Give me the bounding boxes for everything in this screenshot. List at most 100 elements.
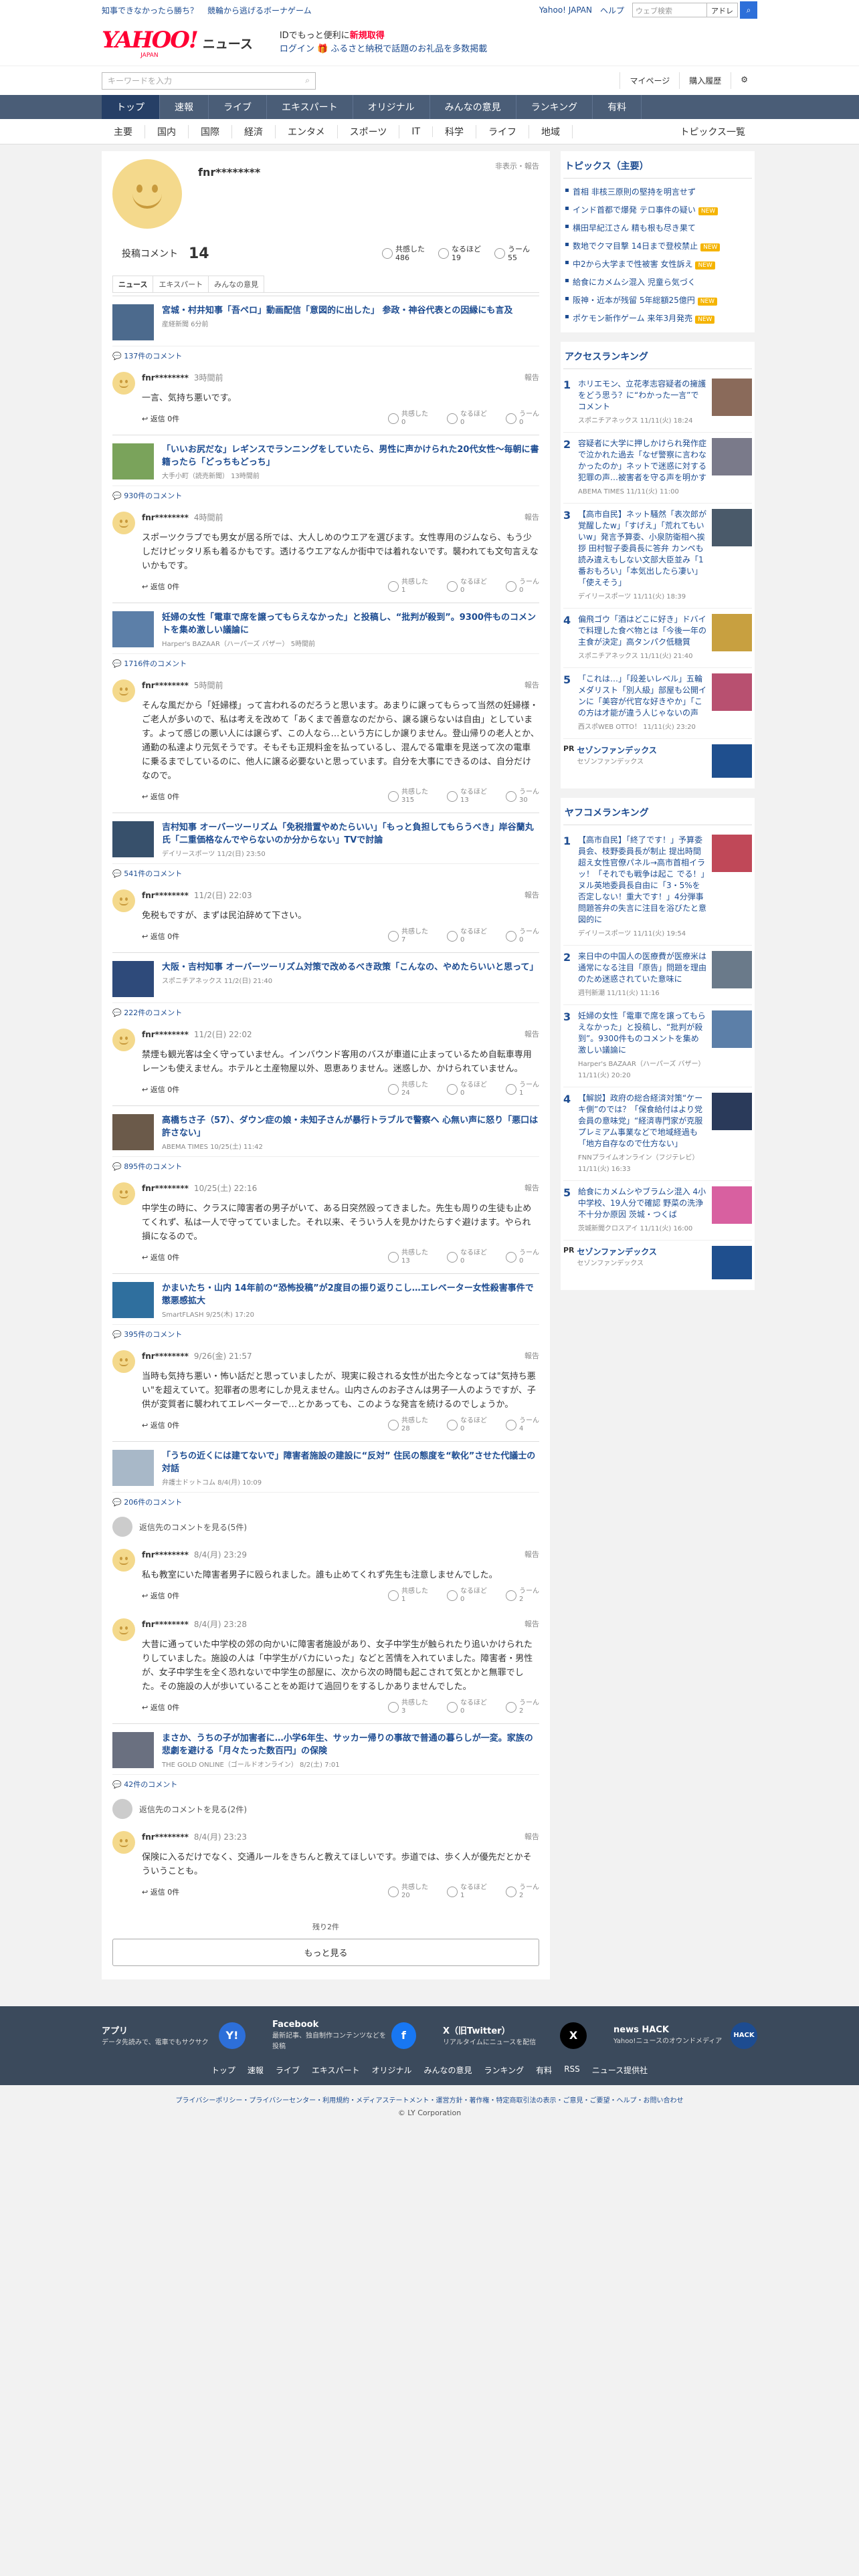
report-link[interactable]: 報告 [524, 1618, 539, 1630]
commenter-name[interactable]: fnr******** 4時間前 [142, 512, 223, 523]
nav-ranking[interactable]: ランキング [516, 95, 593, 119]
pr-ad[interactable]: PR セゾンファンデックス セゾンファンデックス [563, 739, 752, 783]
report-link[interactable]: 報告 [524, 1831, 539, 1842]
cat-local[interactable]: 地域 [529, 124, 573, 138]
signup-link[interactable]: 新規取得 [350, 31, 385, 41]
nav-original[interactable]: オリジナル [353, 95, 430, 119]
commenter-name[interactable]: fnr******** 11/2(日) 22:03 [142, 889, 252, 901]
commenter-name[interactable]: fnr******** 11/2(日) 22:02 [142, 1029, 252, 1040]
empathy-button[interactable]: 共感した 13 [388, 1249, 428, 1265]
reply-source-row[interactable]: 返信先のコメントを見る(5件) [112, 1511, 539, 1542]
access-rank-item[interactable]: 2 容疑者に大学に押しかけられ発作症で泣かれた過去「なぜ警察に言わなかったのか」ネ… [563, 433, 752, 504]
topic-item[interactable]: ポケモン新作ゲーム 来年3月発売 NEW [563, 309, 752, 327]
footer-nav-item[interactable]: ライブ [276, 2064, 300, 2076]
footer-app-link[interactable]: アプリ データ先読みで、電車でもサクサク Y! [102, 2020, 246, 2051]
hmm-button[interactable]: うーん 0 [506, 1249, 539, 1265]
report-link[interactable]: 報告 [524, 372, 539, 383]
topic-item[interactable]: 数地でクマ目撃 14日まで登校禁止 NEW [563, 237, 752, 255]
cat-life[interactable]: ライフ [476, 124, 530, 138]
naruhodo-button[interactable]: なるほど 0 [447, 1081, 487, 1097]
hmm-button[interactable]: うーん 0 [506, 578, 539, 595]
footer-nav-item[interactable]: ニュース提供社 [592, 2064, 648, 2076]
search-icon[interactable]: ⌕ [740, 1, 757, 19]
cat-it[interactable]: IT [399, 126, 434, 137]
reply-button[interactable]: ↩ 返信 0件 [142, 1252, 179, 1263]
reply-button[interactable]: ↩ 返信 0件 [142, 1887, 179, 1897]
load-more-button[interactable]: もっと見る [112, 1939, 539, 1966]
hide-report-link[interactable]: 非表示・報告 [495, 160, 539, 171]
reply-button[interactable]: ↩ 返信 0件 [142, 1420, 179, 1430]
cat-entertainment[interactable]: エンタメ [276, 124, 338, 138]
commenter-name[interactable]: fnr******** 3時間前 [142, 372, 223, 383]
naruhodo-button[interactable]: なるほど 0 [447, 1249, 487, 1265]
report-link[interactable]: 報告 [524, 679, 539, 691]
reply-source-row[interactable]: 返信先のコメントを見る(2件) [112, 1794, 539, 1824]
nav-top[interactable]: トップ [102, 95, 160, 119]
access-rank-item[interactable]: 4 偏飛ゴウ「酒はどこに好き」ドバイで料理した食べ物とは「今後一年の主食が決定」高… [563, 609, 752, 668]
comment-count-link[interactable]: 💬 206件のコメント [112, 1492, 539, 1511]
commenter-name[interactable]: fnr******** 8/4(月) 23:28 [142, 1618, 247, 1630]
article-title[interactable]: 「いいお尻だな」レギンスでランニングをしていたら、男性に声かけられた20代女性～… [162, 443, 539, 469]
comment-rank-item[interactable]: 4 【解説】政府の総合経済対策“ケーキ側”のでは？「保食給付はより党会員の意味党」… [563, 1087, 752, 1181]
footer-nav-item[interactable]: 速報 [248, 2064, 264, 2076]
hmm-button[interactable]: うーん 4 [506, 1417, 539, 1433]
nav-paid[interactable]: 有料 [593, 95, 642, 119]
report-link[interactable]: 報告 [524, 512, 539, 523]
article-title[interactable]: 高橋ちさ子（57）、ダウン症の娘・未知子さんが暴行トラブルで警察へ 心無い声に怒… [162, 1114, 539, 1140]
reply-source-link[interactable]: 返信先のコメントを見る(5件) [139, 1521, 247, 1533]
tab-expert[interactable]: エキスパート [153, 276, 209, 292]
comment-rank-item[interactable]: 5 給食にカメムシやブラムシ混入 4小中学校、19人分で確認 野菜の洗浄不十分か原… [563, 1181, 752, 1241]
footer-nav-item[interactable]: トップ [211, 2064, 235, 2076]
reply-button[interactable]: ↩ 返信 0件 [142, 581, 179, 592]
reply-button[interactable]: ↩ 返信 0件 [142, 413, 179, 424]
comment-rank-item[interactable]: 3 妊婦の女性「電車で席を譲ってもらえなかった」と投稿し、“批判が殺到”。9300… [563, 1005, 752, 1087]
footer-app-link[interactable]: X（旧Twitter） リアルタイムにニュースを配信 X [443, 2020, 587, 2051]
top-link-2[interactable]: 競輪から逃げるボーナゲーム [207, 6, 312, 15]
tab-news[interactable]: ニュース [112, 276, 154, 292]
reply-button[interactable]: ↩ 返信 0件 [142, 1702, 179, 1713]
hmm-button[interactable]: うーん 2 [506, 1699, 539, 1715]
footer-links[interactable]: プライバシーポリシー・プライバシーセンター・利用規約・メディアステートメント・運… [0, 2095, 859, 2105]
hmm-button[interactable]: うーん 0 [506, 928, 539, 944]
hmm-button[interactable]: うーん 0 [506, 411, 539, 427]
cat-science[interactable]: 科学 [433, 124, 477, 138]
top-link-1[interactable]: 知事できなかったら勝ち？ [102, 6, 198, 15]
naruhodo-button[interactable]: なるほど 0 [447, 1417, 487, 1433]
hmm-button[interactable]: うーん 1 [506, 1081, 539, 1097]
comment-rank-item[interactable]: 1 【高市自民】「終了です！」予算委員会、枝野委員長が制止 提出時間超え女性官僚パ… [563, 829, 752, 946]
tab-opinions[interactable]: みんなの意見 [208, 276, 265, 292]
comment-count-link[interactable]: 💬 395件のコメント [112, 1324, 539, 1344]
web-search-input[interactable]: ウェブ検索 [632, 3, 707, 17]
comment-count-link[interactable]: 💬 930件のコメント [112, 486, 539, 505]
comment-count-link[interactable]: 💬 222件のコメント [112, 1002, 539, 1022]
article-item[interactable]: 妊婦の女性「電車で席を譲ってもらえなかった」と投稿し、“批判が殺到”。9300件… [112, 603, 539, 653]
naruhodo-button[interactable]: なるほど 0 [447, 1588, 487, 1604]
article-item[interactable]: 吉村知事 オーバーツーリズム「免税措置やめたらいい」「もっと負担してもらうべき」… [112, 813, 539, 863]
topic-item[interactable]: 阪神・近本が残留 5年総額25億円 NEW [563, 291, 752, 309]
reply-button[interactable]: ↩ 返信 0件 [142, 1084, 179, 1095]
cat-world[interactable]: 国際 [189, 124, 232, 138]
cat-sports[interactable]: スポーツ [338, 124, 400, 138]
empathy-button[interactable]: 共感した 3 [388, 1699, 428, 1715]
hmm-button[interactable]: うーん 2 [506, 1588, 539, 1604]
article-item[interactable]: 宮城・村井知事「吾ペロ」動画配信「意図的に出した」 参政・神谷代表との因縁にも言… [112, 296, 539, 346]
help-link[interactable]: ヘルプ [600, 5, 624, 16]
reply-source-link[interactable]: 返信先のコメントを見る(2件) [139, 1804, 247, 1815]
address-button[interactable]: アドレ [707, 3, 738, 17]
furusato-link[interactable]: 🎁 ふるさと納税で話題のお礼品を多数掲載 [317, 44, 487, 54]
nav-expert[interactable]: エキスパート [267, 95, 353, 119]
footer-nav-item[interactable]: みんなの意見 [424, 2064, 472, 2076]
article-title[interactable]: 「うちの近くには建てないで」障害者施設の建設に“反対” 住民の態度を“軟化”させ… [162, 1450, 539, 1475]
empathy-button[interactable]: 共感した 315 [388, 788, 428, 804]
nav-breaking[interactable]: 速報 [160, 95, 209, 119]
gear-icon[interactable]: ⚙ [731, 72, 757, 89]
commenter-name[interactable]: fnr******** 5時間前 [142, 679, 223, 691]
naruhodo-button[interactable]: なるほど 0 [447, 578, 487, 595]
pr-ad-2[interactable]: PR セゾンファンデックス セゾンファンデックス [563, 1241, 752, 1285]
access-rank-item[interactable]: 5 「これは…」「段差いレベル」五輪メダリスト「別人級」部屋も公開インに「美容が代… [563, 668, 752, 739]
naruhodo-button[interactable]: なるほど 0 [447, 1699, 487, 1715]
article-item[interactable]: 高橋ちさ子（57）、ダウン症の娘・未知子さんが暴行トラブルで警察へ 心無い声に怒… [112, 1105, 539, 1156]
comment-count-link[interactable]: 💬 895件のコメント [112, 1156, 539, 1176]
comment-count-link[interactable]: 💬 1716件のコメント [112, 653, 539, 673]
hmm-button[interactable]: うーん 2 [506, 1884, 539, 1900]
